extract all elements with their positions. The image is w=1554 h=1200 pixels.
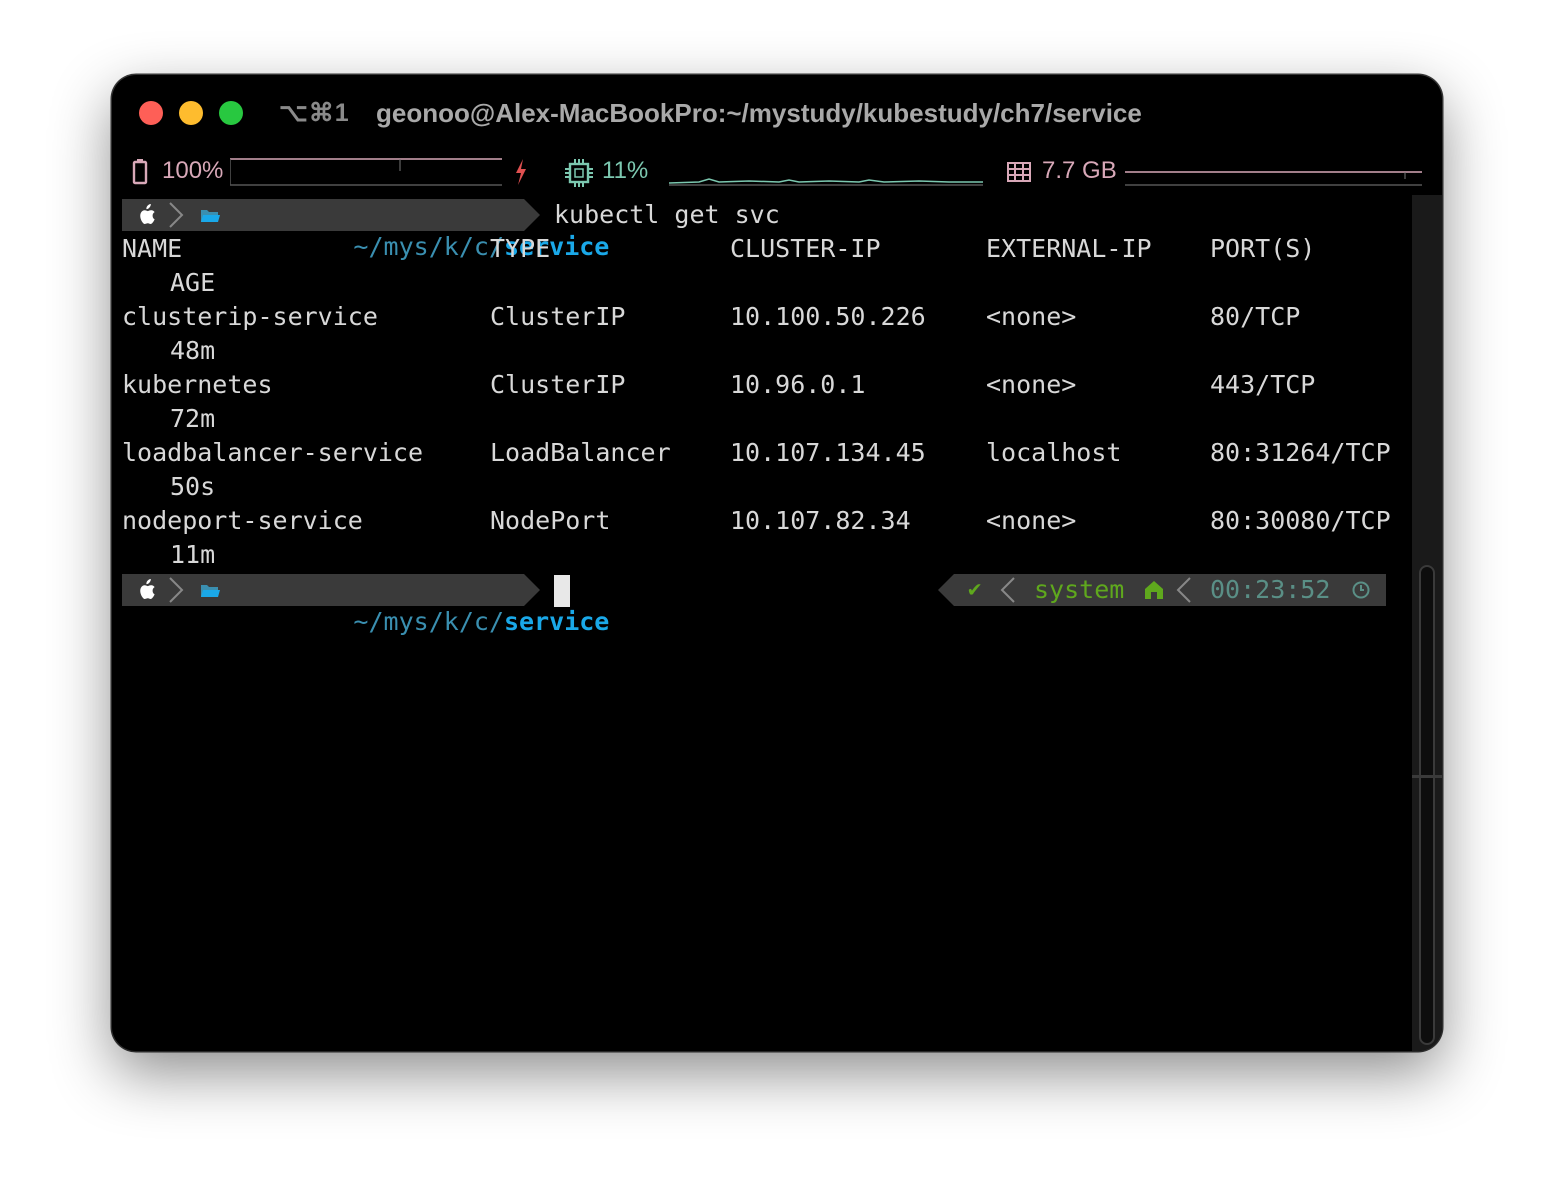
table-row: nodeport-service NodePort 10.107.82.34 <…: [112, 504, 1412, 538]
memory-icon: [1007, 162, 1031, 182]
cell-type: LoadBalancer: [490, 438, 671, 467]
terminal-window: ⌥⌘1 geonoo@Alex-MacBookPro:~/mystudy/kub…: [112, 75, 1442, 1051]
cell-name: kubernetes: [122, 370, 273, 399]
cell-external-ip: <none>: [986, 370, 1077, 399]
path-separator: /: [488, 607, 504, 636]
cell-age: 50s: [170, 472, 216, 501]
cell-ports: 80/TCP: [1210, 302, 1301, 331]
status-ok-icon: ✔: [968, 577, 982, 602]
cell-cluster-ip: 10.107.134.45: [730, 438, 926, 467]
cell-external-ip: <none>: [986, 506, 1077, 535]
battery-icon: [132, 159, 148, 185]
chevron-right-icon: [169, 577, 184, 603]
table-row: clusterip-service ClusterIP 10.100.50.22…: [112, 300, 1412, 334]
battery-graph: [230, 158, 502, 186]
column-header: NAME: [122, 234, 183, 263]
cell-age: 72m: [170, 404, 216, 433]
cpu-percent: 11%: [602, 157, 649, 184]
cpu-icon: [565, 159, 593, 187]
folder-icon: [201, 585, 220, 597]
folder-icon: [201, 210, 220, 222]
cell-age: 11m: [170, 540, 216, 569]
cell-type: NodePort: [490, 506, 611, 535]
apple-icon: [140, 204, 155, 224]
chevron-right-icon: [169, 202, 184, 228]
cell-ports: 80:31264/TCP: [1210, 438, 1391, 467]
table-row-wrap: 48m: [112, 334, 1412, 368]
path-separator: /: [458, 607, 474, 636]
scrollbar-thumb[interactable]: [1419, 565, 1435, 1045]
cell-cluster-ip: 10.100.50.226: [730, 302, 926, 331]
table-header: NAME TYPE CLUSTER-IP EXTERNAL-IP PORT(S): [112, 232, 1412, 266]
charging-icon: [516, 159, 526, 185]
scrollbar-divider: [1412, 775, 1442, 778]
chevron-left-icon: [1176, 577, 1191, 603]
column-header: TYPE: [490, 234, 551, 263]
cpu-graph: [669, 178, 983, 186]
cell-name: loadbalancer-service: [122, 438, 424, 467]
cell-name: nodeport-service: [122, 506, 363, 535]
command-text: kubectl get svc: [554, 200, 780, 229]
cell-name: clusterip-service: [122, 302, 378, 331]
window-title: geonoo@Alex-MacBookPro:~/mystudy/kubestu…: [376, 98, 1142, 128]
right-prompt: ✔ system 00:23:52: [938, 574, 1386, 606]
status-bar: 100% 11% 7.7 GB: [112, 153, 1442, 193]
prompt-line: ~/mys/k/c/service: [122, 199, 609, 261]
column-header: EXTERNAL-IP: [986, 234, 1152, 263]
cell-external-ip: localhost: [986, 438, 1122, 467]
terminal-output[interactable]: ~/mys/k/c/service kubectl get svc NAME T…: [112, 195, 1412, 1051]
cell-ports: 80:30080/TCP: [1210, 506, 1391, 535]
table-row-wrap: 50s: [112, 470, 1412, 504]
cell-type: ClusterIP: [490, 370, 626, 399]
table-header-wrap: AGE: [112, 266, 1412, 300]
title-bar: ⌥⌘1 geonoo@Alex-MacBookPro:~/mystudy/kub…: [112, 75, 1442, 153]
table-row: loadbalancer-service LoadBalancer 10.107…: [112, 436, 1412, 470]
path-segment: c: [473, 607, 489, 636]
prompt-time: 00:23:52: [1210, 575, 1331, 604]
path-segment: mys: [383, 607, 429, 636]
path-current-dir: service: [504, 607, 610, 636]
cell-age: 48m: [170, 336, 216, 365]
memory-usage: 7.7 GB: [1042, 157, 1117, 184]
table-row-wrap: 72m: [112, 402, 1412, 436]
cell-cluster-ip: 10.107.82.34: [730, 506, 911, 535]
prompt-line: ~/mys/k/c/service: [122, 574, 609, 636]
path-separator: /: [428, 607, 444, 636]
minimize-window-button[interactable]: [179, 101, 203, 125]
terminal-cursor: [554, 575, 570, 607]
path-segment: k: [443, 607, 459, 636]
cell-cluster-ip: 10.96.0.1: [730, 370, 866, 399]
cell-external-ip: <none>: [986, 302, 1077, 331]
path-home: ~/: [353, 607, 384, 636]
table-row: kubernetes ClusterIP 10.96.0.1 <none> 44…: [112, 368, 1412, 402]
tab-shortcut: ⌥⌘1: [279, 99, 350, 127]
column-header: AGE: [170, 268, 216, 297]
cell-type: ClusterIP: [490, 302, 626, 331]
battery-percent: 100%: [162, 157, 224, 184]
memory-graph: [1125, 171, 1422, 186]
column-header: PORT(S): [1210, 234, 1316, 263]
context-name: system: [1034, 575, 1125, 604]
clock-icon: [1352, 581, 1370, 599]
table-row-wrap: 11m: [112, 538, 1412, 572]
zoom-window-button[interactable]: [219, 101, 243, 125]
apple-icon: [140, 579, 155, 599]
chevron-left-icon: [1000, 577, 1015, 603]
column-header: CLUSTER-IP: [730, 234, 881, 263]
home-icon: [1145, 581, 1163, 599]
cell-ports: 443/TCP: [1210, 370, 1316, 399]
close-window-button[interactable]: [139, 101, 163, 125]
